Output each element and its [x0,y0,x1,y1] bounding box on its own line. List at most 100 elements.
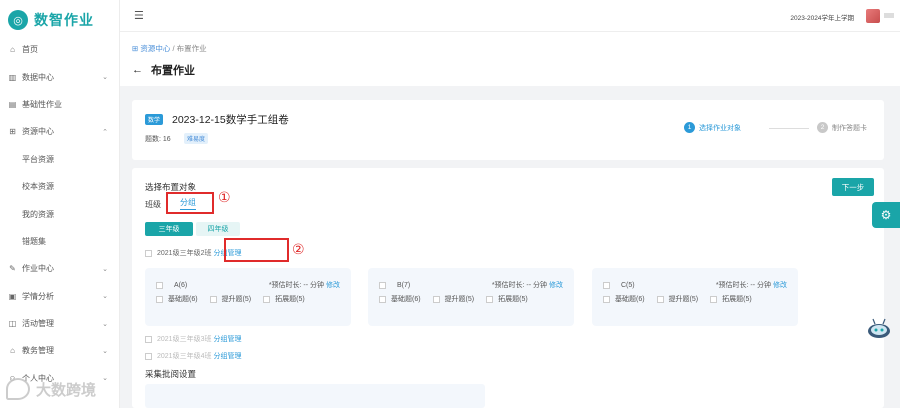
group-manage-link[interactable]: 分组管理 [213,334,241,344]
level-option-extend[interactable]: 拓展题(5) [263,294,305,304]
edit-time-link[interactable]: 修改 [773,282,787,289]
sidebar-nav: ⌂ 首页 ▥ 数据中心 ⌄ ▤ 基础性作业 ⊞ 资源中心 ⌃ 平台资源 校本资源… [0,36,120,392]
sidebar-item-error-book[interactable]: 错题集 [0,228,120,255]
annotation-number-1: ① [218,189,231,205]
class-checkbox[interactable] [145,352,152,360]
level-option-basic[interactable]: 基础题(6) [379,294,421,304]
edit-time-link[interactable]: 修改 [326,282,340,289]
group-card-header: B(7) *预估时长: -- 分钟 修改 [379,280,563,290]
level-option-basic[interactable]: 基础题(6) [603,294,645,304]
assign-target-card: 选择布置对象 下一步 班级 分组 ① 三年级 四年级 2021级三年级2班 分组… [132,168,884,408]
level-checkbox[interactable] [209,295,217,303]
group-manage-link[interactable]: 分组管理 [213,351,241,361]
estimated-time: *预估时长: -- 分钟 修改 [716,280,787,290]
paper-title: 2023-12-15数学手工组卷 [172,114,289,126]
level-option-extend[interactable]: 拓展题(5) [710,294,752,304]
app-logo[interactable]: ◎ 数智作业 [8,8,94,32]
sidebar-item-basic-homework[interactable]: ▤ 基础性作业 [0,91,120,118]
level-checkbox[interactable] [656,295,664,303]
watermark-logo-icon [6,378,30,400]
sidebar-item-label: 学情分析 [22,291,54,301]
app-logo-icon: ◎ [8,10,28,30]
breadcrumb: ⊞ 资源中心 / 布置作业 [132,43,207,54]
level-label: 基础题(6) [168,296,198,303]
difficulty-tag: 难易度 [184,133,209,144]
group-name: A(6) [174,281,188,289]
collect-settings-panel [145,384,485,408]
class-checkbox[interactable] [145,249,152,257]
user-name[interactable] [884,13,894,18]
sidebar-item-academic-affairs[interactable]: ⌂ 教务管理 ⌄ [0,337,120,364]
sidebar-item-label: 数据中心 [22,72,54,82]
step-label: 选择作业对象 [699,124,741,132]
sidebar-item-homework-center[interactable]: ✎ 作业中心 ⌄ [0,255,120,282]
level-label: 拓展题(5) [498,296,528,303]
level-checkbox[interactable] [156,295,163,303]
level-checkbox[interactable] [263,295,271,303]
watermark-text: 大数跨境 [36,381,97,399]
sidebar-item-learning-analysis[interactable]: ▣ 学情分析 ⌄ [0,283,120,310]
breadcrumb-grid-icon: ⊞ [132,44,139,53]
semester-selector[interactable]: 2023-2024学年上学期 [790,12,854,22]
estimated-time-text: *预估时长: -- 分钟 [715,282,772,289]
menu-toggle-icon[interactable]: ☰ [134,9,144,22]
group-checkbox[interactable] [156,281,163,289]
edit-time-link[interactable]: 修改 [549,282,563,289]
sidebar-item-activity-management[interactable]: ◫ 活动管理 ⌄ [0,310,120,337]
level-option-improve[interactable]: 提升题(5) [432,294,474,304]
topbar: ☰ 2023-2024学年上学期 [120,0,900,32]
level-option-improve[interactable]: 提升题(5) [656,294,698,304]
breadcrumb-separator: / [172,44,175,53]
class-row-3: 2021级三年级3班 分组管理 [145,334,241,344]
level-option-basic[interactable]: 基础题(6) [156,294,198,304]
level-option-improve[interactable]: 提升题(5) [209,294,252,304]
sidebar-item-resource-center[interactable]: ⊞ 资源中心 ⌃ [0,118,120,145]
level-label: 提升题(5) [221,296,252,303]
back-arrow-icon[interactable]: ← [132,64,143,76]
group-checkbox[interactable] [379,281,386,289]
sidebar-item-data-center[interactable]: ▥ 数据中心 ⌄ [0,63,120,90]
class-checkbox[interactable] [145,335,152,343]
chevron-down-icon: ⌄ [102,320,108,328]
avatar[interactable] [866,9,880,23]
group-card-header: C(5) *预估时长: -- 分钟 修改 [603,280,787,290]
bank-icon: ⌂ [10,346,15,356]
breadcrumb-resource-center[interactable]: 资源中心 [140,44,170,53]
chevron-down-icon: ⌄ [102,375,108,383]
assistant-robot-icon[interactable] [866,316,892,340]
sidebar-item-school-resources[interactable]: 校本资源 [0,173,120,200]
group-checkbox[interactable] [603,281,610,289]
next-step-button[interactable]: 下一步 [832,178,874,196]
group-card-b: B(7) *预估时长: -- 分钟 修改 基础题(6) 提升题(5) 拓展题(5… [368,268,574,326]
grade-tab-4[interactable]: 四年级 [196,222,240,236]
analysis-icon: ▣ [8,291,17,301]
sidebar-item-label: 平台资源 [22,154,54,164]
annotation-number-2: ② [292,241,305,257]
level-checkbox[interactable] [486,295,494,303]
step-connector [769,128,809,129]
grade-tab-3[interactable]: 三年级 [145,222,193,236]
step-number: 2 [817,122,828,133]
collect-settings-title: 采集批阅设置 [145,369,197,379]
chevron-down-icon: ⌄ [102,74,108,82]
class-name: 2021级三年级4班 [157,353,212,360]
class-row-4: 2021级三年级4班 分组管理 [145,351,241,361]
level-options: 基础题(6) 提升题(5) 拓展题(5) [156,294,340,304]
sidebar-item-home[interactable]: ⌂ 首页 [0,36,120,63]
sidebar-item-label: 作业中心 [22,264,54,274]
sidebar-item-platform-resources[interactable]: 平台资源 [0,146,120,173]
sidebar-item-label: 活动管理 [22,319,54,329]
group-card-header: A(6) *预估时长: -- 分钟 修改 [156,280,340,290]
chevron-up-icon: ⌃ [102,128,108,136]
paper-info-card: 数学 2023-12-15数学手工组卷 题数: 16 难易度 1 选择作业对象 … [132,100,884,160]
level-option-extend[interactable]: 拓展题(5) [486,294,528,304]
level-checkbox[interactable] [603,295,610,303]
sidebar-item-my-resources[interactable]: 我的资源 [0,200,120,227]
document-icon: ▤ [8,99,17,109]
settings-gear-icon[interactable]: ⚙ [872,202,900,228]
group-name: B(7) [397,281,411,289]
sidebar-item-label: 资源中心 [22,127,54,137]
level-checkbox[interactable] [710,295,718,303]
level-checkbox[interactable] [379,295,386,303]
level-checkbox[interactable] [432,295,440,303]
